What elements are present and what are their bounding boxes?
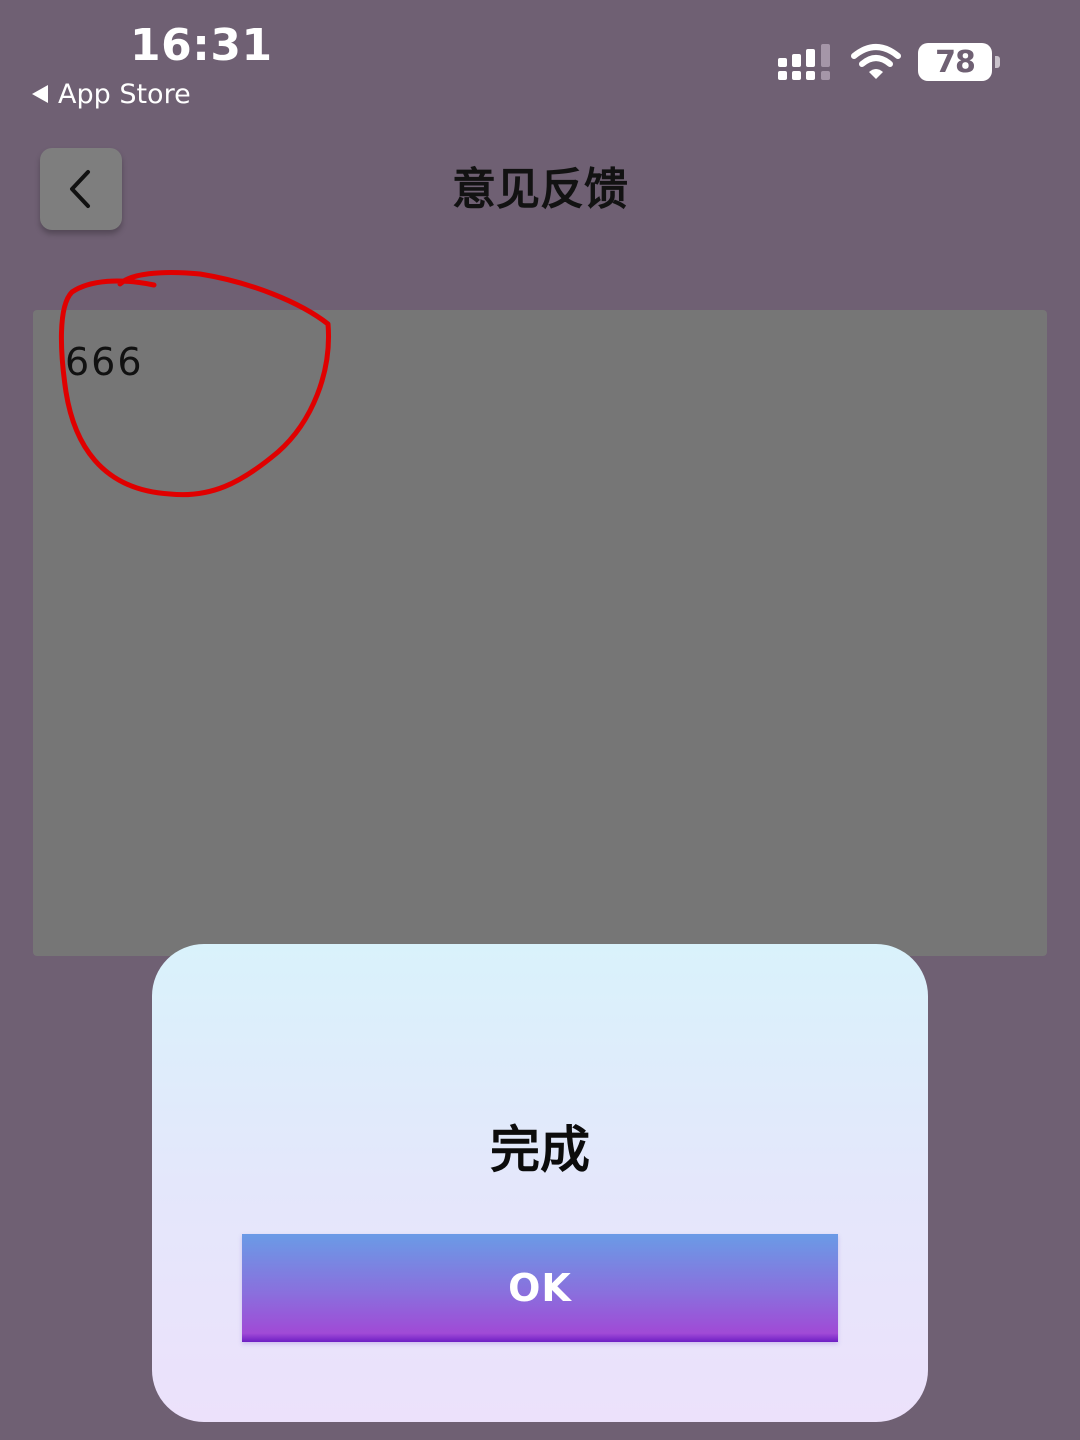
back-triangle-icon [32,85,48,103]
app-screen: 16:31 App Store 78 意见反馈 666 完成 OK [0,0,1080,1440]
battery-icon: 78 [918,43,1000,81]
back-to-app-label: App Store [58,78,191,110]
page-title: 意见反馈 [452,164,628,215]
completion-dialog: 完成 OK [152,944,928,1422]
battery-level: 78 [935,44,976,80]
back-button[interactable] [40,148,122,230]
back-to-app-store-link[interactable]: App Store [32,78,191,110]
wifi-icon [851,44,901,79]
ok-button[interactable]: OK [242,1234,838,1342]
chevron-left-icon [70,170,90,208]
feedback-text: 666 [65,340,144,384]
signal-icon [778,44,830,80]
dialog-message: 完成 [490,1121,590,1179]
feedback-textarea[interactable]: 666 [33,310,1047,956]
status-time: 16:31 [130,20,273,71]
ok-button-label: OK [508,1266,572,1310]
